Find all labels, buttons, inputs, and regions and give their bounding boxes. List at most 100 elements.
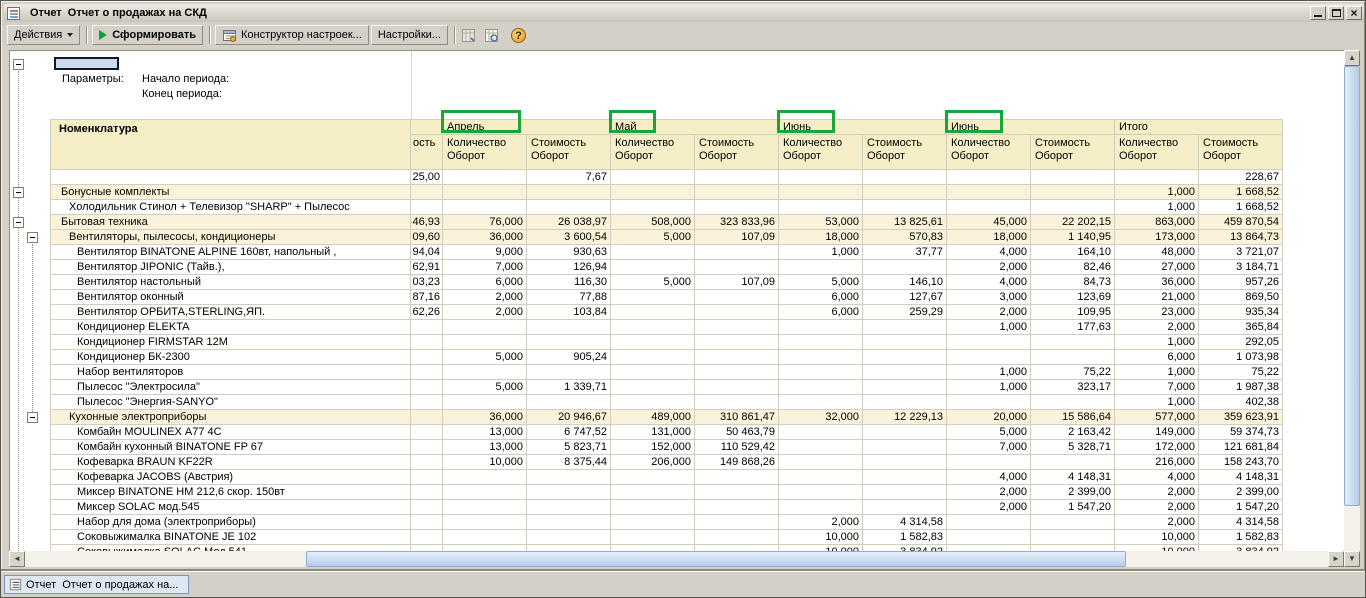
row-name-cell[interactable]: Комбайн кухонный BINATONE FP 67: [50, 440, 411, 455]
qty-subheader-2[interactable]: КоличествоОборот: [611, 135, 695, 170]
value-cell-q1[interactable]: [779, 200, 863, 215]
value-cell-ts[interactable]: 402,38: [1199, 395, 1283, 410]
value-cell-mq[interactable]: [611, 245, 695, 260]
value-cell-s2[interactable]: [1031, 455, 1115, 470]
cost-subheader-1[interactable]: СтоимостьОборот: [527, 135, 611, 170]
value-cell-ms[interactable]: [695, 500, 779, 515]
value-cell-q1[interactable]: [779, 500, 863, 515]
qty-subheader-4[interactable]: КоличествоОборот: [947, 135, 1031, 170]
value-cell-aq[interactable]: [443, 320, 527, 335]
value-cell-s1[interactable]: [863, 485, 947, 500]
value-cell-tq[interactable]: 863,000: [1115, 215, 1199, 230]
value-cell-s1[interactable]: [863, 260, 947, 275]
row-name-cell[interactable]: Соковыжималка BINATONE JE 102: [50, 530, 411, 545]
value-cell-as[interactable]: [527, 335, 611, 350]
value-cell-as[interactable]: [527, 500, 611, 515]
value-cell-aq[interactable]: [443, 470, 527, 485]
value-cell-aq[interactable]: 13,000: [443, 440, 527, 455]
value-cell-ts[interactable]: 3 721,07: [1199, 245, 1283, 260]
value-cell-mq[interactable]: 131,000: [611, 425, 695, 440]
value-cell-c0[interactable]: 03,23: [411, 275, 443, 290]
value-cell-as[interactable]: 8 375,44: [527, 455, 611, 470]
value-cell-q1[interactable]: [779, 380, 863, 395]
value-cell-as[interactable]: 5 823,71: [527, 440, 611, 455]
value-cell-s1[interactable]: 259,29: [863, 305, 947, 320]
value-cell-q2[interactable]: 1,000: [947, 320, 1031, 335]
value-cell-ts[interactable]: 13 864,73: [1199, 230, 1283, 245]
value-cell-c0[interactable]: [411, 470, 443, 485]
value-cell-ts[interactable]: 1 987,38: [1199, 380, 1283, 395]
value-cell-q1[interactable]: [779, 395, 863, 410]
vertical-scrollbar[interactable]: [1344, 50, 1360, 567]
value-cell-c0[interactable]: [411, 320, 443, 335]
row-name-cell[interactable]: Вентилятор BINATONE ALPINE 160вт, наполь…: [50, 245, 411, 260]
settings-designer-button[interactable]: Конструктор настроек...: [215, 25, 369, 45]
minimize-button[interactable]: [1310, 6, 1326, 20]
value-cell-q1[interactable]: [779, 320, 863, 335]
value-cell-tq[interactable]: 48,000: [1115, 245, 1199, 260]
value-cell-aq[interactable]: 7,000: [443, 260, 527, 275]
value-cell-c0[interactable]: [411, 515, 443, 530]
value-cell-tq[interactable]: 173,000: [1115, 230, 1199, 245]
value-cell-as[interactable]: 1 339,71: [527, 380, 611, 395]
row-name-cell[interactable]: Холодильник Стинол + Телевизор "SHARP" +…: [50, 200, 411, 215]
value-cell-s1[interactable]: [863, 335, 947, 350]
value-cell-q1[interactable]: [779, 260, 863, 275]
value-cell-ts[interactable]: 3 184,71: [1199, 260, 1283, 275]
value-cell-mq[interactable]: [611, 170, 695, 185]
value-cell-s1[interactable]: 146,10: [863, 275, 947, 290]
actions-menu-button[interactable]: Действия: [7, 25, 80, 45]
value-cell-c0[interactable]: 62,91: [411, 260, 443, 275]
value-cell-aq[interactable]: [443, 395, 527, 410]
value-cell-aq[interactable]: [443, 515, 527, 530]
scroll-up-button[interactable]: [1344, 50, 1360, 66]
value-cell-tq[interactable]: 36,000: [1115, 275, 1199, 290]
value-cell-mq[interactable]: 489,000: [611, 410, 695, 425]
value-cell-s2[interactable]: 4 148,31: [1031, 470, 1115, 485]
report-sheet[interactable]: Параметры: Начало периода: Конец периода…: [9, 50, 1344, 551]
value-cell-c0[interactable]: [411, 485, 443, 500]
value-cell-c0[interactable]: [411, 455, 443, 470]
value-cell-q2[interactable]: 2,000: [947, 260, 1031, 275]
value-cell-ts[interactable]: 292,05: [1199, 335, 1283, 350]
value-cell-as[interactable]: 116,30: [527, 275, 611, 290]
value-cell-mq[interactable]: [611, 530, 695, 545]
value-cell-s2[interactable]: 109,95: [1031, 305, 1115, 320]
cost-subheader-3[interactable]: СтоимостьОборот: [863, 135, 947, 170]
value-cell-ms[interactable]: [695, 485, 779, 500]
value-cell-ms[interactable]: 310 861,47: [695, 410, 779, 425]
value-cell-c0[interactable]: [411, 185, 443, 200]
value-cell-tq[interactable]: 1,000: [1115, 335, 1199, 350]
nomenclature-header-cell[interactable]: Номенклатура: [50, 119, 411, 170]
value-cell-q2[interactable]: [947, 170, 1031, 185]
value-cell-ms[interactable]: 50 463,79: [695, 425, 779, 440]
value-cell-aq[interactable]: [443, 485, 527, 500]
cost-subheader-4[interactable]: СтоимостьОборот: [1031, 135, 1115, 170]
value-cell-aq[interactable]: [443, 530, 527, 545]
value-cell-q1[interactable]: [779, 455, 863, 470]
row-name-cell[interactable]: Бонусные комплекты: [50, 185, 411, 200]
value-cell-as[interactable]: 126,94: [527, 260, 611, 275]
value-cell-as[interactable]: 6 747,52: [527, 425, 611, 440]
value-cell-ts[interactable]: 228,67: [1199, 170, 1283, 185]
value-cell-ts[interactable]: 4 148,31: [1199, 470, 1283, 485]
value-cell-s2[interactable]: [1031, 200, 1115, 215]
value-cell-c0[interactable]: [411, 350, 443, 365]
value-cell-s1[interactable]: [863, 395, 947, 410]
value-cell-s2[interactable]: 177,63: [1031, 320, 1115, 335]
value-cell-tq[interactable]: 4,000: [1115, 470, 1199, 485]
value-cell-ms[interactable]: [695, 260, 779, 275]
row-name-cell[interactable]: Кухонные электроприборы: [50, 410, 411, 425]
value-cell-s1[interactable]: 1 582,83: [863, 530, 947, 545]
row-name-cell[interactable]: Кофеварка JACOBS (Австрия): [50, 470, 411, 485]
value-cell-c0[interactable]: [411, 440, 443, 455]
month-header-1[interactable]: Апрель: [443, 119, 611, 135]
value-cell-q1[interactable]: 53,000: [779, 215, 863, 230]
value-cell-aq[interactable]: [443, 170, 527, 185]
value-cell-tq[interactable]: [1115, 170, 1199, 185]
value-cell-c0[interactable]: [411, 200, 443, 215]
value-cell-c0[interactable]: [411, 425, 443, 440]
value-cell-as[interactable]: 103,84: [527, 305, 611, 320]
value-cell-mq[interactable]: 5,000: [611, 230, 695, 245]
value-cell-s2[interactable]: 123,69: [1031, 290, 1115, 305]
